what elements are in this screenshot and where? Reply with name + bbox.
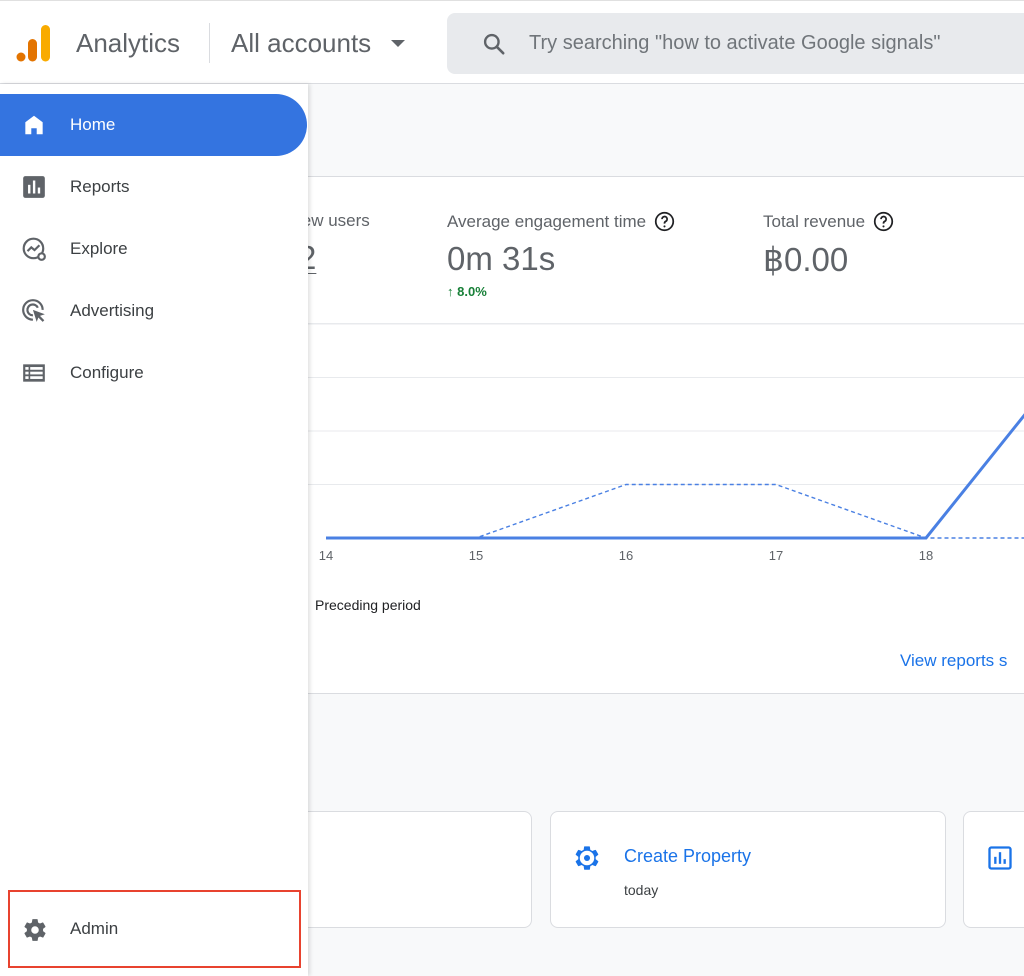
series-line-current-period bbox=[326, 413, 1024, 540]
recommendation-card[interactable] bbox=[288, 811, 532, 928]
search-icon bbox=[483, 33, 505, 55]
arrow-up-icon: ↑ bbox=[447, 284, 454, 299]
main-content: lew users 2 Average engagement time 0m 3… bbox=[288, 84, 1024, 976]
metric-value: 0m 31s bbox=[447, 240, 556, 277]
app-title: Analytics bbox=[76, 28, 181, 58]
metric-delta-value: 8.0% bbox=[457, 284, 487, 299]
metric-total-revenue[interactable]: Total revenue ฿0.00 bbox=[763, 211, 894, 279]
overview-card: lew users 2 Average engagement time 0m 3… bbox=[298, 176, 1024, 694]
recommendation-subtitle: today bbox=[624, 882, 659, 898]
advertising-icon bbox=[22, 299, 45, 322]
reports-icon bbox=[988, 846, 1012, 870]
account-picker[interactable]: All accounts bbox=[231, 28, 406, 59]
header-divider bbox=[209, 23, 210, 63]
x-tick-label: 16 bbox=[619, 548, 633, 563]
recommendation-card[interactable] bbox=[963, 811, 1024, 928]
metric-label: Average engagement time bbox=[447, 211, 675, 232]
metric-delta: ↑ 8.0% bbox=[447, 284, 675, 299]
recommendation-card-create-property[interactable]: Create Property today bbox=[550, 811, 946, 928]
sidebar-item-home[interactable]: Home bbox=[0, 94, 307, 156]
sidebar: Home Reports Explore Advertising Configu… bbox=[0, 84, 308, 976]
metric-label: Total revenue bbox=[763, 211, 894, 232]
metric-label: lew users bbox=[298, 211, 370, 230]
x-tick-label: 17 bbox=[769, 548, 783, 563]
line-chart: 141516171819 bbox=[308, 324, 1024, 563]
legend-preceding-period: Preceding period bbox=[315, 597, 421, 613]
search-bar[interactable] bbox=[447, 13, 1024, 74]
home-icon bbox=[25, 115, 43, 135]
account-picker-label: All accounts bbox=[231, 28, 372, 58]
sidebar-item-configure[interactable]: Configure bbox=[0, 342, 307, 404]
caret-down-icon bbox=[391, 40, 406, 47]
view-reports-link[interactable]: View reports s bbox=[900, 651, 1007, 671]
sidebar-item-label: Advertising bbox=[70, 301, 155, 320]
series-line-preceding-period bbox=[326, 483, 1024, 539]
sidebar-item-label: Explore bbox=[70, 239, 128, 258]
sidebar-item-label: Admin bbox=[70, 919, 119, 938]
metric-value: 2 bbox=[298, 239, 370, 277]
metric-average-engagement-time[interactable]: Average engagement time 0m 31s ↑ 8.0% bbox=[447, 211, 675, 299]
metric-label-text: Average engagement time bbox=[447, 211, 647, 231]
sidebar-item-label: Reports bbox=[70, 177, 130, 196]
reports-icon bbox=[23, 176, 45, 198]
gear-icon bbox=[575, 846, 599, 870]
x-tick-label: 14 bbox=[319, 548, 333, 563]
sidebar-item-admin[interactable]: Admin bbox=[8, 890, 301, 968]
sidebar-item-advertising[interactable]: Advertising bbox=[0, 280, 307, 342]
sidebar-item-label: Home bbox=[70, 115, 116, 134]
x-tick-label: 18 bbox=[919, 548, 933, 563]
search-input[interactable] bbox=[529, 32, 1024, 55]
gear-icon bbox=[24, 919, 46, 941]
help-icon[interactable] bbox=[873, 211, 894, 232]
top-header: Analytics All accounts bbox=[0, 0, 1024, 84]
sidebar-item-explore[interactable]: Explore bbox=[0, 218, 307, 280]
x-tick-label: 15 bbox=[469, 548, 483, 563]
analytics-logo-icon[interactable] bbox=[16, 23, 52, 63]
sidebar-item-label: Configure bbox=[70, 363, 144, 382]
explore-icon bbox=[22, 237, 46, 261]
metric-new-users[interactable]: lew users 2 bbox=[298, 211, 370, 277]
metric-label-text: Total revenue bbox=[763, 211, 866, 231]
metric-value: ฿0.00 bbox=[763, 241, 849, 278]
help-icon[interactable] bbox=[654, 211, 675, 232]
recommendation-title[interactable]: Create Property bbox=[624, 846, 751, 867]
sidebar-item-reports[interactable]: Reports bbox=[0, 156, 307, 218]
configure-icon bbox=[23, 364, 45, 382]
